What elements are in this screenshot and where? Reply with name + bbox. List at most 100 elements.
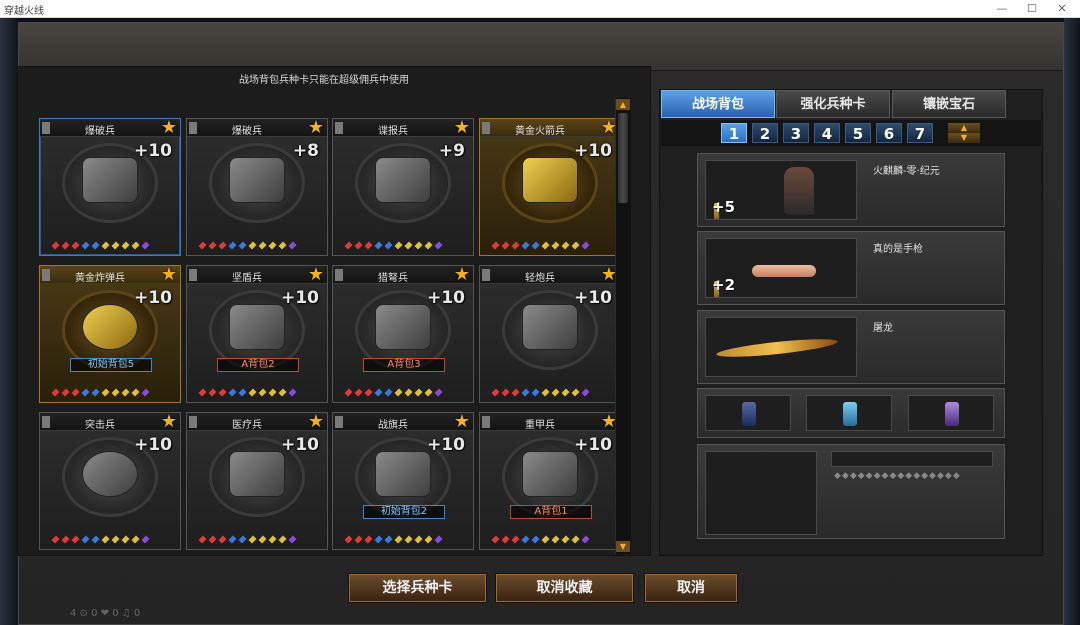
card-level: +10 [134,288,172,308]
gem-icon [238,241,247,250]
gem-icon [51,241,60,250]
character-slot[interactable]: ◆◆◆◆◆◆◆◆◆◆◆◆◆◆◆◆ [697,444,1005,539]
helmet-icon [522,451,578,497]
soldier-card[interactable]: 轻炮兵 ★ +10 [479,265,621,403]
gem-icon [141,535,150,544]
card-name: 谍报兵 [378,126,408,137]
card-title-bar: 黄金炸弹兵 ★ [40,266,180,284]
page-button[interactable]: 1 [721,123,747,143]
dialog-header [19,23,1063,71]
soldier-card[interactable]: 黄金炸弹兵 ★ +10 初始背包5 [39,265,181,403]
slot-count: +5 [712,198,736,216]
gem-icon [258,388,267,397]
gem-icon [374,535,383,544]
gem-icon [248,241,257,250]
gem-icon [198,535,207,544]
page-button[interactable]: 4 [814,123,840,143]
page-button[interactable]: 6 [876,123,902,143]
pack-tag: A背包3 [363,358,445,372]
gem-icon [394,241,403,250]
gem-icon [198,388,207,397]
gem-icon [228,535,237,544]
soldier-card[interactable]: 战旗兵 ★ +10 初始背包2 [332,412,474,550]
mortar-icon [522,304,578,350]
page-button[interactable]: 2 [752,123,778,143]
gem-icon [531,388,540,397]
melee-weapon-slot[interactable]: 屠龙 [697,310,1005,384]
gem-icon [101,535,110,544]
background-right-strip [1064,18,1080,625]
gem-icon [238,388,247,397]
soldier-card[interactable]: 爆破兵 ★ +10 [39,118,181,256]
soldier-card[interactable]: 黄金火箭兵 ★ +10 [479,118,621,256]
page-arrows[interactable]: ▲ ▼ [948,123,980,143]
notice-text: 战场背包兵种卡只能在超级佣兵中使用 [239,75,409,86]
card-title-bar: 谍报兵 ★ [333,119,473,137]
status-bar: 4 ⊙ 0 ❤ 0 ♫ 0 [70,608,141,619]
maximize-button[interactable]: ☐ [1017,0,1047,18]
scrollbar-thumb[interactable] [618,113,628,203]
scroll-down-icon[interactable]: ▼ [616,541,630,552]
cancel-button[interactable]: 取消 [645,574,737,602]
page-down-icon[interactable]: ▼ [948,133,980,143]
page-up-icon[interactable]: ▲ [948,123,980,133]
soldier-card[interactable]: 坚盾兵 ★ +10 A背包2 [186,265,328,403]
gem-icon [571,535,580,544]
gem-icon [141,241,150,250]
scroll-up-icon[interactable]: ▲ [616,99,630,110]
card-level: +10 [574,288,612,308]
gem-icon [131,388,140,397]
gem-icon [581,535,590,544]
gem-icon [258,535,267,544]
gem-icon [551,388,560,397]
gem-icon [404,388,413,397]
soldier-card[interactable]: 爆破兵 ★ +8 [186,118,328,256]
soldier-card[interactable]: 重甲兵 ★ +10 A背包1 [479,412,621,550]
gem-icon [81,241,90,250]
gem-icon [101,241,110,250]
gem-row [198,388,317,398]
card-title-bar: 爆破兵 ★ [187,119,327,137]
close-window-button[interactable]: ✕ [1047,0,1077,18]
card-title-bar: 医疗兵 ★ [187,413,327,431]
tab-battle-pack[interactable]: 战场背包 [661,90,775,118]
page-button[interactable]: 7 [907,123,933,143]
card-title-bar: 黄金火箭兵 ★ [480,119,620,137]
minimize-button[interactable]: — [987,0,1017,18]
grenade-slot-1[interactable] [705,395,791,431]
gem-icon [121,241,130,250]
grenade-slot-2[interactable] [806,395,892,431]
page-button[interactable]: 5 [845,123,871,143]
soldier-card[interactable]: 医疗兵 ★ +10 [186,412,328,550]
select-card-button[interactable]: 选择兵种卡 [349,574,486,602]
gem-icon [238,535,247,544]
pack-tag: A背包1 [510,505,592,519]
gem-icon [218,241,227,250]
soldier-card[interactable]: 谍报兵 ★ +9 [332,118,474,256]
primary-weapon-slot[interactable]: +5 火麒麟-零·纪元 [697,153,1005,227]
gem-icon [51,388,60,397]
tab-inlay-gem[interactable]: 镶嵌宝石 [892,90,1006,118]
soldier-card[interactable]: 猎弩兵 ★ +10 A背包3 [332,265,474,403]
gem-icon [491,241,500,250]
gem-icon [71,241,80,250]
tab-enhance-card[interactable]: 强化兵种卡 [776,90,890,118]
slot-item-name: 屠龙 [873,323,893,334]
grenade-slot-3[interactable] [908,395,994,431]
gem-icon [541,241,550,250]
gem-icon [111,241,120,250]
card-name: 医疗兵 [232,420,262,431]
secondary-weapon-slot[interactable]: +2 真的是手枪 [697,231,1005,305]
page-button[interactable]: 3 [783,123,809,143]
gem-icon [384,535,393,544]
unfavorite-button[interactable]: 取消收藏 [496,574,633,602]
smoke-grenade-icon [945,402,959,426]
slot-item-name: 真的是手枪 [873,244,923,255]
card-name: 黄金炸弹兵 [75,273,125,284]
gem-icon [414,241,423,250]
character-slot-image [705,451,817,535]
card-title-bar: 战旗兵 ★ [333,413,473,431]
gem-icon [268,241,277,250]
soldier-card[interactable]: 突击兵 ★ +10 [39,412,181,550]
gem-icon [268,388,277,397]
